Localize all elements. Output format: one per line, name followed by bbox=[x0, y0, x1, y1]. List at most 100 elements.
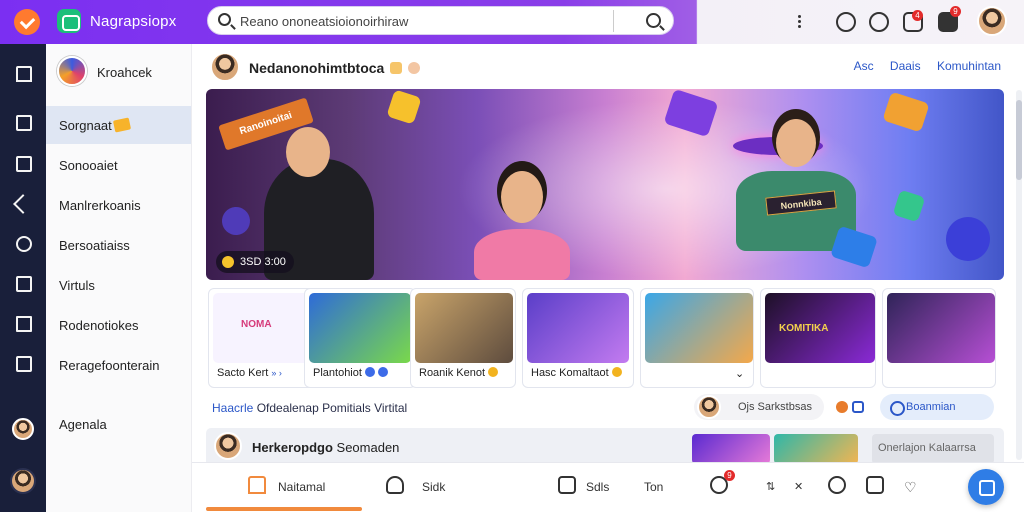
bell-icon[interactable] bbox=[386, 476, 404, 494]
verified-icon bbox=[390, 62, 403, 74]
edit-icon[interactable] bbox=[16, 316, 32, 332]
home-icon[interactable] bbox=[248, 476, 266, 494]
sidebar-item-0[interactable]: Sorgnaat bbox=[46, 106, 191, 144]
app-name[interactable]: Nagrapsiopx bbox=[90, 13, 176, 30]
settings-icon[interactable] bbox=[16, 356, 32, 372]
sidebar-item-label: Sonooaiet bbox=[59, 158, 118, 173]
sparkle-icon[interactable]: ✕ bbox=[794, 477, 803, 497]
bag-icon[interactable] bbox=[16, 156, 32, 172]
channel-name[interactable]: Nedanonohimtbtoca bbox=[249, 60, 421, 76]
library-icon[interactable] bbox=[16, 115, 32, 131]
video-card-4[interactable]: ⌄ bbox=[640, 288, 754, 388]
video-card-6[interactable] bbox=[882, 288, 996, 388]
sidebar-item-label: Virtuls bbox=[59, 278, 95, 293]
create-button[interactable] bbox=[968, 469, 1004, 505]
girl-figure bbox=[474, 229, 570, 280]
brand-logo-icon[interactable] bbox=[14, 9, 40, 35]
card-caption-text: Hasc Komaltaot bbox=[531, 367, 609, 379]
card-thumbnail bbox=[645, 293, 753, 363]
card-caption-text: Roanik Kenot bbox=[419, 367, 486, 379]
user-avatar[interactable] bbox=[977, 6, 1007, 36]
smiley-icon[interactable] bbox=[828, 476, 846, 494]
channel-link-0[interactable]: Asc bbox=[854, 59, 874, 73]
search-button-icon[interactable] bbox=[646, 13, 661, 28]
decor-cube-icon bbox=[892, 189, 926, 223]
section-title: Haacrle Ofdealenap Pomitials Virtital bbox=[212, 401, 407, 415]
channel-avatar[interactable] bbox=[210, 52, 240, 82]
live-icon bbox=[377, 367, 388, 377]
bottom-tab-2[interactable]: Sdls bbox=[586, 477, 609, 497]
subscribers-pill[interactable]: Ojs Sarkstbsas bbox=[694, 394, 824, 420]
sidebar-item-6[interactable]: Reragefoonterain bbox=[46, 346, 191, 384]
reactions-pill[interactable] bbox=[832, 394, 872, 420]
feed-thumbnail[interactable] bbox=[774, 434, 858, 464]
swap-icon[interactable]: ⇅ bbox=[766, 477, 775, 497]
card-caption: Roanik Kenot bbox=[419, 367, 499, 379]
bottom-bar: Naitamal Sidk Sdls Ton 9 ⇅ ✕ ♡ bbox=[192, 462, 1024, 512]
performer-head bbox=[776, 119, 816, 167]
channel-name-text: Nedanonohimtbtoca bbox=[249, 60, 385, 76]
smiley-icon[interactable] bbox=[869, 12, 889, 32]
sidebar-item-label: Bersoatiaiss bbox=[59, 238, 130, 253]
video-card-5[interactable]: KOMITIKA bbox=[760, 288, 876, 388]
channel-links: Asc Daais Komuhintan bbox=[841, 59, 1001, 73]
sidebar-item-label: Rodenotiokes bbox=[59, 318, 139, 333]
bottom-tab-0[interactable]: Naitamal bbox=[278, 477, 325, 497]
sidebar-item-5[interactable]: Rodenotiokes bbox=[46, 306, 191, 344]
bottom-tab-3[interactable]: Ton bbox=[644, 477, 663, 497]
sidebar: Kroahcek Sorgnaat Sonooaiet Manlrerkoani… bbox=[12, 44, 192, 512]
scrollbar-thumb[interactable] bbox=[1016, 100, 1022, 180]
card-thumb-text: NOMA bbox=[241, 319, 272, 330]
bookmark-icon[interactable] bbox=[16, 276, 32, 292]
heart-icon[interactable]: ♡ bbox=[904, 477, 917, 497]
bottom-tab-1[interactable]: Sidk bbox=[422, 477, 445, 497]
video-card-2[interactable]: Roanik Kenot bbox=[410, 288, 516, 388]
card-thumbnail bbox=[415, 293, 513, 363]
feed-title-rest: Seomaden bbox=[336, 440, 400, 455]
hero-banner[interactable]: Ranoinoitai Nonnkiba 3SD 3:00 bbox=[206, 89, 1004, 280]
profile-logo-icon[interactable] bbox=[57, 56, 87, 86]
feed-thumbnail[interactable] bbox=[692, 434, 770, 464]
card-thumbnail bbox=[527, 293, 629, 363]
section-title-accent[interactable]: Haacrle bbox=[212, 401, 253, 415]
pen-icon[interactable] bbox=[13, 194, 33, 214]
chevron-down-icon: ⌄ bbox=[735, 368, 745, 380]
feed-avatar bbox=[214, 432, 242, 460]
video-card-1[interactable]: Plantohiot bbox=[304, 288, 416, 388]
sidebar-item-label: Sorgnaat bbox=[59, 118, 112, 133]
decor-orb-icon bbox=[218, 203, 254, 239]
refresh-icon[interactable] bbox=[16, 236, 32, 252]
card-caption: Hasc Komaltaot bbox=[531, 367, 622, 379]
coin-icon bbox=[488, 367, 499, 377]
pill-label: Ojs Sarkstbsas bbox=[738, 401, 812, 413]
card-thumbnail: NOMA bbox=[213, 293, 315, 363]
search-bar bbox=[207, 6, 674, 35]
doc-icon[interactable] bbox=[558, 476, 576, 494]
channel-link-2[interactable]: Komuhintan bbox=[937, 59, 1001, 73]
agent-label[interactable]: Agenala bbox=[59, 417, 107, 432]
join-pill[interactable]: Boanmian bbox=[880, 394, 994, 420]
video-card-3[interactable]: Hasc Komaltaot bbox=[522, 288, 634, 388]
check-icon[interactable] bbox=[866, 476, 884, 494]
sidebar-item-2[interactable]: Manlrerkoanis bbox=[46, 186, 191, 224]
app-logo-icon[interactable] bbox=[57, 9, 81, 33]
fire-icon bbox=[836, 401, 848, 413]
headset-icon[interactable] bbox=[836, 12, 856, 32]
home-icon[interactable] bbox=[16, 66, 32, 82]
host-head bbox=[286, 127, 330, 177]
rail-avatar[interactable] bbox=[10, 468, 36, 494]
tag-icon bbox=[112, 117, 131, 133]
search-divider bbox=[613, 10, 614, 32]
sidebar-item-1[interactable]: Sonooaiet bbox=[46, 146, 191, 184]
profile-name[interactable]: Kroahcek bbox=[97, 65, 152, 80]
more-menu-icon[interactable] bbox=[790, 12, 810, 32]
active-tab-indicator bbox=[206, 507, 362, 511]
sidebar-item-3[interactable]: Bersoatiaiss bbox=[46, 226, 191, 264]
reaction-icon bbox=[408, 62, 421, 74]
card-thumbnail bbox=[309, 293, 411, 363]
coin-icon bbox=[611, 367, 622, 377]
sidebar-item-4[interactable]: Virtuls bbox=[46, 266, 191, 304]
channel-link-1[interactable]: Daais bbox=[890, 59, 921, 73]
search-input[interactable] bbox=[240, 11, 610, 31]
card-thumbnail: KOMITIKA bbox=[765, 293, 875, 363]
